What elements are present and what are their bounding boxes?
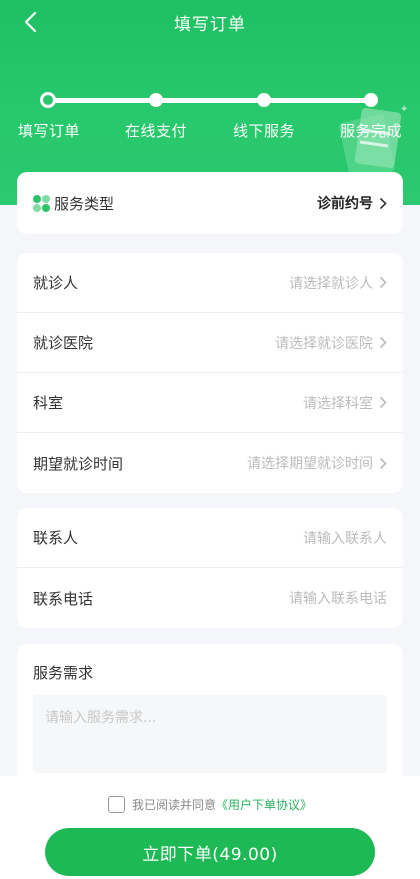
bottom-action-bar: 我已阅读并同意 《用户下单协议》 立即下单(49.00) bbox=[0, 776, 420, 879]
service-demand-label: 服务需求 bbox=[33, 664, 94, 682]
service-grid-icon bbox=[33, 194, 50, 212]
hospital-row[interactable]: 就诊医院 请选择就诊医院 bbox=[17, 313, 403, 373]
page-title: 填写订单 bbox=[174, 15, 246, 35]
chevron-right-icon bbox=[379, 396, 387, 409]
contact-name-row[interactable]: 联系人 请输入联系人 bbox=[17, 508, 403, 568]
chevron-right-icon bbox=[379, 197, 387, 209]
agreement-row: 我已阅读并同意 《用户下单协议》 bbox=[0, 796, 420, 813]
step-label-1: 填写订单 bbox=[17, 122, 80, 140]
patient-row[interactable]: 就诊人 请选择就诊人 bbox=[17, 253, 403, 313]
service-demand-textarea[interactable]: 请输入服务需求... bbox=[33, 695, 387, 773]
svg-text:✦: ✦ bbox=[400, 104, 408, 115]
submit-order-button[interactable]: 立即下单(49.00) bbox=[45, 828, 375, 876]
hospital-placeholder: 请选择就诊医院 bbox=[275, 335, 373, 352]
patient-label: 就诊人 bbox=[33, 274, 79, 292]
department-label: 科室 bbox=[33, 394, 64, 412]
visit-time-row[interactable]: 期望就诊时间 请选择期望就诊时间 bbox=[17, 433, 403, 493]
patient-placeholder: 请选择就诊人 bbox=[289, 275, 373, 292]
step-dot-2 bbox=[149, 93, 163, 107]
step-dot-4 bbox=[364, 93, 378, 107]
chevron-right-icon bbox=[379, 336, 387, 349]
agreement-link[interactable]: 《用户下单协议》 bbox=[216, 796, 312, 813]
contact-phone-label: 联系电话 bbox=[33, 589, 94, 608]
chevron-right-icon bbox=[379, 276, 387, 289]
step-dot-3 bbox=[257, 93, 271, 107]
department-placeholder: 请选择科室 bbox=[303, 395, 373, 412]
step-label-2: 在线支付 bbox=[124, 122, 187, 140]
contact-name-input[interactable]: 请输入联系人 bbox=[303, 528, 387, 548]
contact-info-card: 联系人 请输入联系人 联系电话 请输入联系电话 bbox=[17, 508, 403, 628]
service-type-row[interactable]: 服务类型 诊前约号 bbox=[17, 172, 403, 234]
service-type-label: 服务类型 bbox=[54, 194, 115, 213]
hospital-label: 就诊医院 bbox=[33, 334, 94, 352]
progress-track bbox=[48, 98, 372, 103]
agreement-text: 我已阅读并同意 bbox=[131, 798, 216, 812]
step-label-4: 服务完成 bbox=[339, 122, 402, 140]
visit-time-placeholder: 请选择期望就诊时间 bbox=[247, 456, 373, 472]
service-type-value: 诊前约号 bbox=[317, 196, 373, 212]
contact-phone-input[interactable]: 请输入联系电话 bbox=[289, 588, 387, 608]
patient-info-card: 就诊人 请选择就诊人 就诊医院 请选择就诊医院 科室 请选择科室 期望就诊时间 … bbox=[17, 253, 403, 493]
service-type-card: 服务类型 诊前约号 bbox=[17, 172, 403, 234]
step-label-3: 线下服务 bbox=[232, 122, 295, 140]
department-row[interactable]: 科室 请选择科室 bbox=[17, 373, 403, 433]
visit-time-label: 期望就诊时间 bbox=[33, 454, 124, 473]
chevron-right-icon bbox=[379, 457, 387, 469]
contact-name-label: 联系人 bbox=[33, 529, 79, 547]
agreement-checkbox[interactable] bbox=[107, 796, 125, 813]
step-dot-1 bbox=[40, 92, 56, 108]
service-demand-card: 服务需求 请输入服务需求... bbox=[17, 644, 403, 794]
contact-phone-row[interactable]: 联系电话 请输入联系电话 bbox=[17, 568, 403, 628]
